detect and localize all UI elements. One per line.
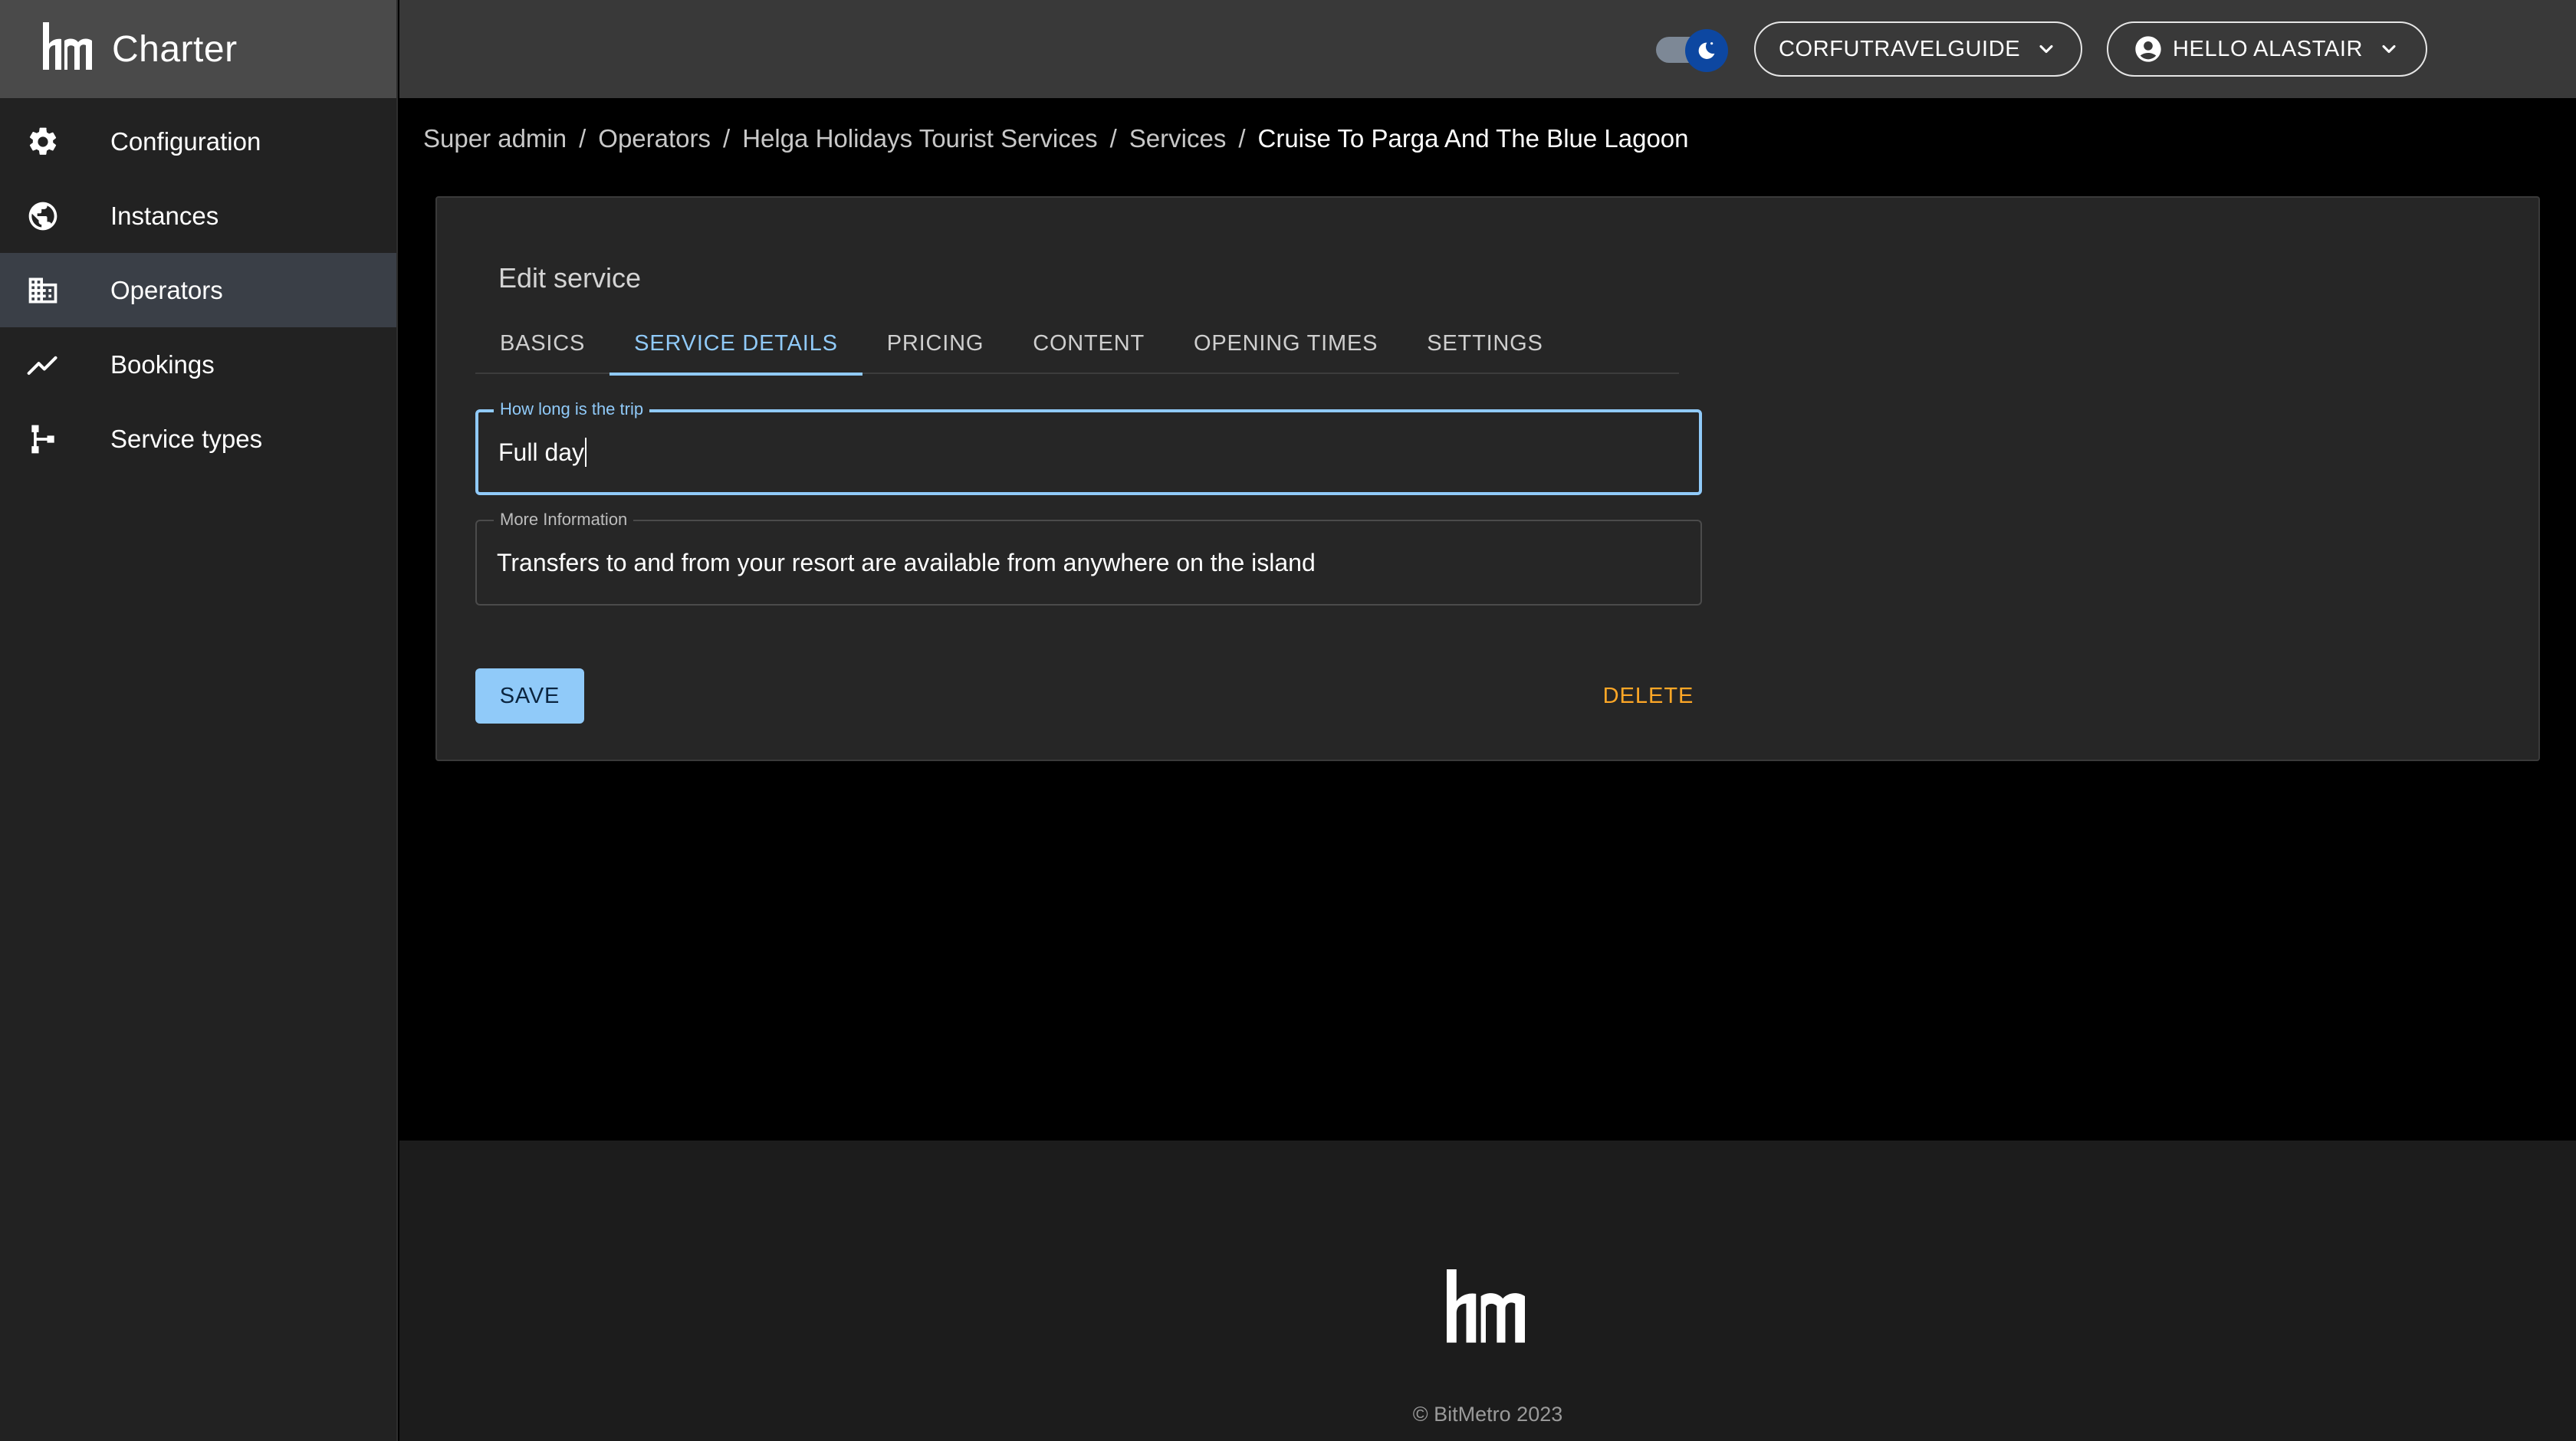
theme-toggle[interactable] [1656,29,1733,72]
sidebar-item-label: Bookings [110,350,215,379]
breadcrumb: Super admin / Operators / Helga Holidays… [423,124,1689,153]
sidebar-item-service-types[interactable]: Service types [0,402,396,476]
tab-service-details[interactable]: SERVICE DETAILS [610,313,863,376]
edit-service-card: Edit service BASICS SERVICE DETAILS PRIC… [435,196,2540,761]
breadcrumb-item-operator[interactable]: Helga Holidays Tourist Services [742,124,1097,153]
tab-opening-times[interactable]: OPENING TIMES [1169,313,1402,374]
top-bar: CORFUTRAVELGUIDE HELLO ALASTAIR [399,0,2576,98]
breadcrumb-separator: / [1109,124,1117,153]
trip-length-input-wrap[interactable]: Full day [498,412,587,492]
globe-icon [26,199,60,233]
breadcrumb-separator: / [579,124,586,153]
sidebar-item-label: Configuration [110,126,261,156]
trip-length-input[interactable]: Full day [498,438,584,467]
bitmetro-logo-icon [1447,1269,1525,1343]
breadcrumb-item-services[interactable]: Services [1129,124,1227,153]
tab-basics[interactable]: BASICS [475,313,610,374]
save-button[interactable]: SAVE [475,668,584,724]
copyright-text: © BitMetro 2023 [1412,1403,1563,1426]
app-name: Charter [112,28,238,70]
account-selector-label: CORFUTRAVELGUIDE [1779,36,2021,61]
sidebar-item-bookings[interactable]: Bookings [0,327,396,402]
breadcrumb-separator: / [1238,124,1246,153]
tab-pricing[interactable]: PRICING [863,313,1008,374]
moon-icon [1685,29,1728,72]
bitmetro-logo-icon [43,22,92,70]
delete-button[interactable]: DELETE [1595,668,1702,724]
sidebar-item-label: Service types [110,424,263,453]
user-menu[interactable]: HELLO ALASTAIR [2107,21,2427,77]
building-icon [26,274,60,307]
breadcrumb-item-operators[interactable]: Operators [598,124,711,153]
chevron-down-icon [2382,44,2396,54]
gear-icon [26,125,60,159]
account-selector[interactable]: CORFUTRAVELGUIDE [1754,21,2082,77]
sidebar-item-operators[interactable]: Operators [0,253,396,327]
breadcrumb-item-super-admin[interactable]: Super admin [423,124,567,153]
chevron-down-icon [2039,44,2053,54]
sidebar-item-label: Instances [110,201,219,230]
trending-up-icon [26,348,60,382]
sidebar-nav: Configuration Instances Operators Bookin… [0,104,396,476]
card-title: Edit service [498,262,642,294]
more-information-field[interactable]: More Information Transfers to and from y… [475,510,1702,606]
breadcrumb-current: Cruise To Parga And The Blue Lagoon [1257,124,1689,153]
sidebar-item-label: Operators [110,275,223,304]
more-information-input[interactable]: Transfers to and from your resort are av… [497,521,1316,604]
sidebar: Charter Configuration Instances Operator… [0,0,398,1441]
brand[interactable]: Charter [0,0,396,98]
breadcrumb-separator: / [723,124,731,153]
sidebar-item-instances[interactable]: Instances [0,179,396,253]
user-menu-label: HELLO ALASTAIR [2173,36,2364,61]
tab-settings[interactable]: SETTINGS [1402,313,1567,374]
account-circle-icon [2135,36,2161,62]
service-tabs: BASICS SERVICE DETAILS PRICING CONTENT O… [475,313,1679,376]
tab-content[interactable]: CONTENT [1008,313,1169,374]
trip-length-field[interactable]: How long is the trip Full day [475,400,1702,495]
hierarchy-icon [26,422,60,456]
footer: © BitMetro 2023 [399,1141,2576,1441]
text-caret [585,438,587,467]
sidebar-item-configuration[interactable]: Configuration [0,104,396,179]
